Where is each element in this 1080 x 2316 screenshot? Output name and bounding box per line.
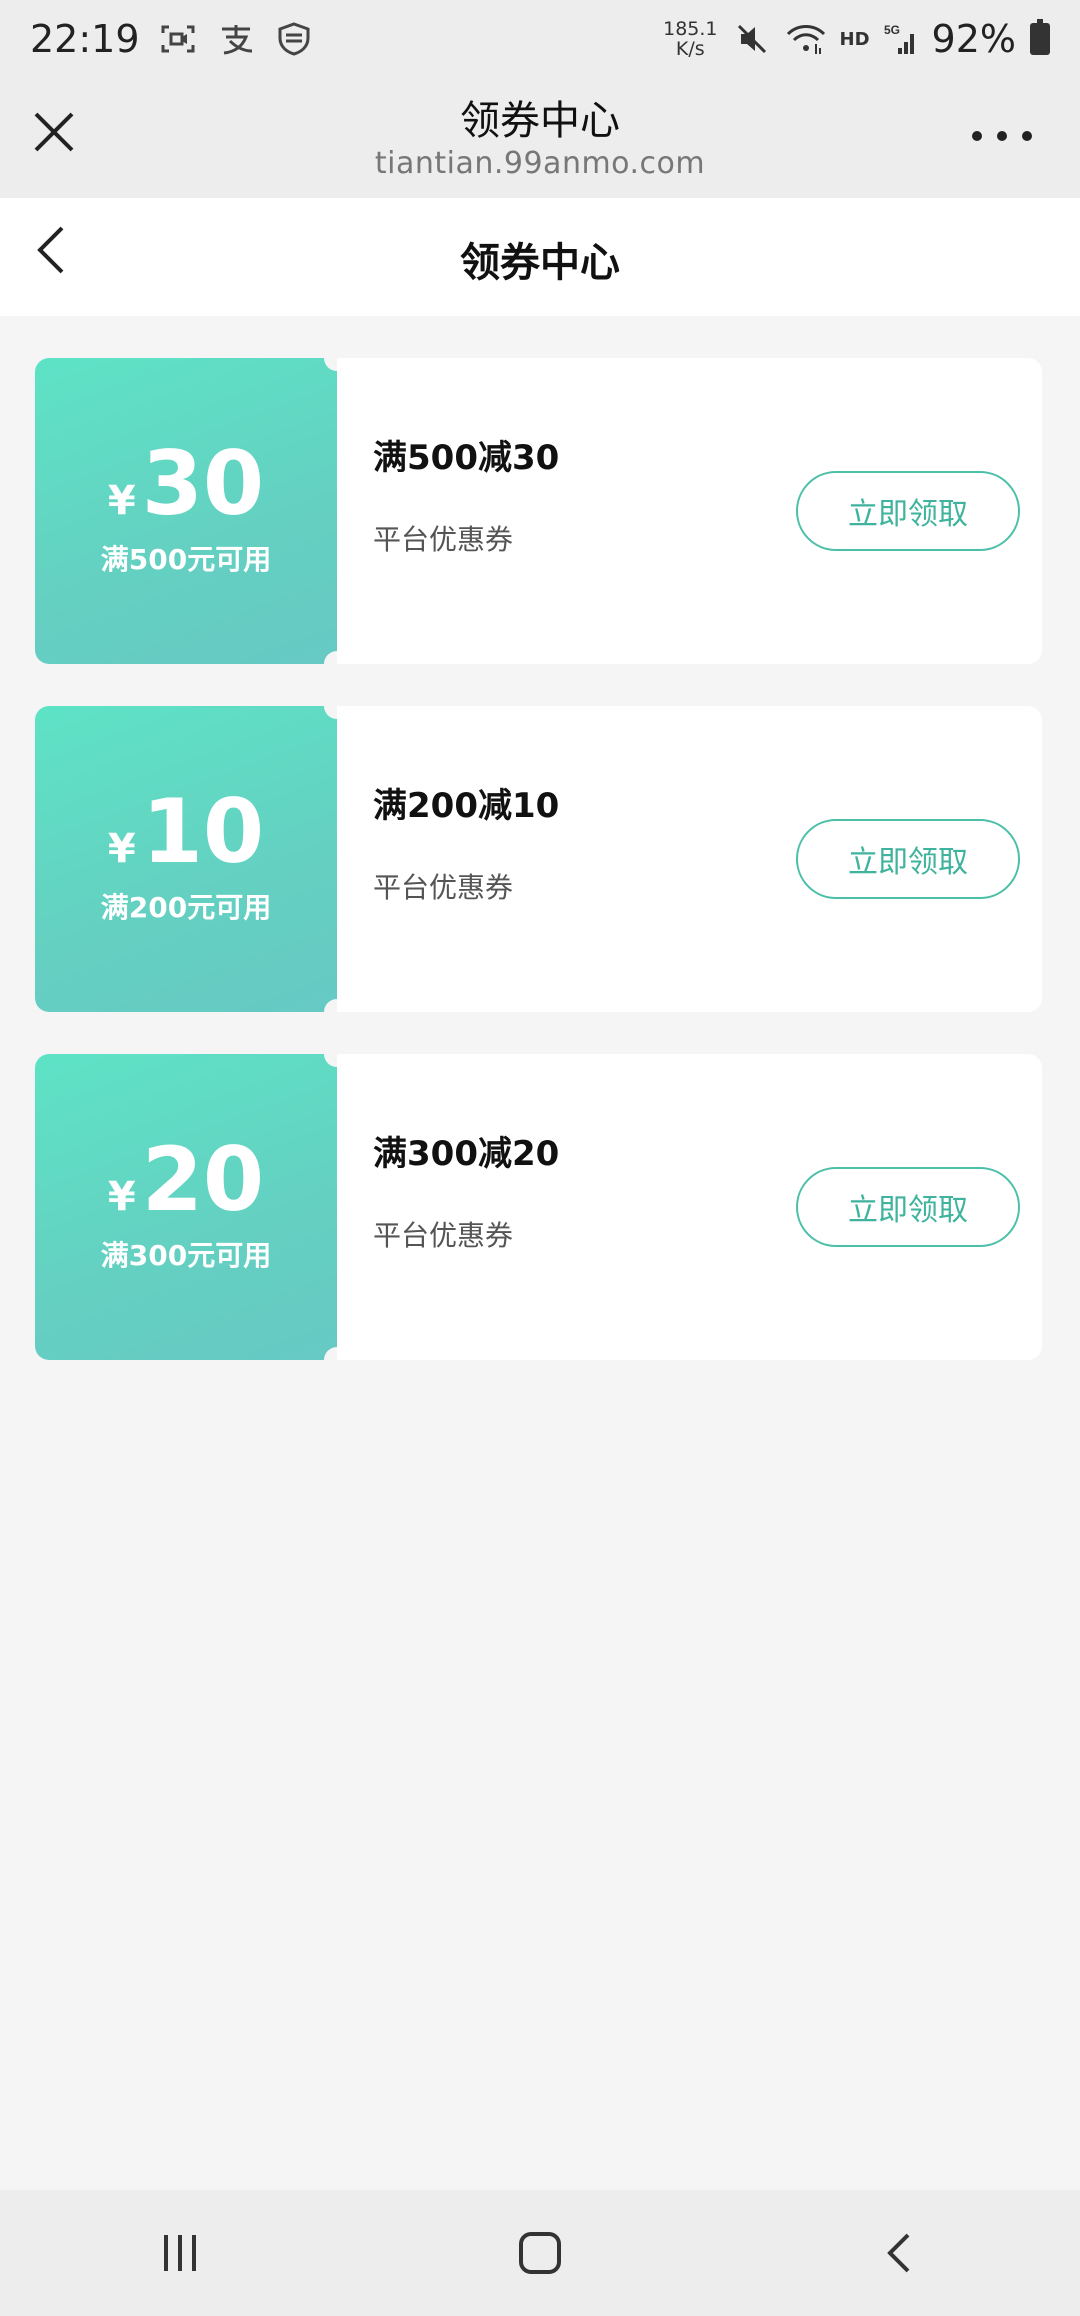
page-title: 领券中心 (460, 240, 620, 286)
coupon-amount: 20 (141, 1128, 265, 1231)
coupon-info-panel: 满300减20 平台优惠券 立即领取 (337, 1054, 1042, 1360)
back-icon (887, 2233, 910, 2273)
browser-header: 领券中心 tiantian.99anmo.com (0, 78, 1080, 198)
alipay-icon (216, 19, 256, 59)
browser-title: 领券中心 (460, 98, 620, 144)
coupon-condition: 满200元可用 (100, 891, 272, 924)
currency-symbol: ¥ (107, 1174, 136, 1220)
recent-apps-button[interactable] (120, 2213, 240, 2293)
coupon-type: 平台优惠券 (373, 523, 514, 556)
battery-percent: 92% (931, 17, 1016, 61)
browser-url: tiantian.99anmo.com (374, 146, 706, 181)
screen-record-icon (158, 19, 198, 59)
wifi-icon (786, 19, 826, 59)
coupon-name: 满200减10 (373, 786, 560, 826)
coupon-amount-line: ¥ 10 (108, 784, 264, 880)
more-dot-icon (972, 131, 982, 141)
coupon-amount-line: ¥ 30 (108, 436, 264, 532)
status-bar: 22:19 185.1 K/s HD 5G 92% (0, 0, 1080, 78)
signal-icon: 5G (884, 19, 918, 59)
more-options-button[interactable] (972, 126, 1032, 146)
coupon-type: 平台优惠券 (373, 871, 514, 904)
currency-symbol: ¥ (107, 478, 136, 524)
page-header: 领券中心 (0, 198, 1080, 316)
coupon-card: ¥ 10 满200元可用 满200减10 平台优惠券 立即领取 (35, 706, 1042, 1012)
coupon-card: ¥ 20 满300元可用 满300减20 平台优惠券 立即领取 (35, 1054, 1042, 1360)
coupon-info-panel: 满500减30 平台优惠券 立即领取 (337, 358, 1042, 664)
status-time: 22:19 (30, 17, 140, 61)
more-dot-icon (997, 131, 1007, 141)
coupon-amount-line: ¥ 20 (108, 1132, 264, 1228)
coupon-list: ¥ 30 满500元可用 满500减30 平台优惠券 立即领取 ¥ 10 满20… (35, 358, 1042, 1402)
coupon-condition: 满300元可用 (100, 1239, 272, 1272)
coupon-condition: 满500元可用 (100, 543, 272, 576)
home-button[interactable] (480, 2213, 600, 2293)
battery-icon (1030, 19, 1050, 55)
svg-text:5G: 5G (884, 23, 900, 37)
home-icon (519, 2232, 561, 2274)
coupon-type: 平台优惠券 (373, 1219, 514, 1252)
net-speed-value: 185.1 (663, 18, 718, 40)
coupon-value-panel: ¥ 10 满200元可用 (35, 706, 350, 1012)
claim-button[interactable]: 立即领取 (796, 471, 1020, 551)
mute-icon (732, 19, 772, 59)
coupon-name: 满300减20 (373, 1134, 560, 1174)
coupon-amount: 30 (141, 432, 265, 535)
hd-indicator: HD (839, 28, 870, 50)
claim-button[interactable]: 立即领取 (796, 819, 1020, 899)
coupon-name: 满500减30 (373, 438, 560, 478)
net-speed-unit: K/s (675, 38, 705, 60)
system-back-button[interactable] (840, 2213, 960, 2293)
more-dot-icon (1022, 131, 1032, 141)
coupon-card: ¥ 30 满500元可用 满500减30 平台优惠券 立即领取 (35, 358, 1042, 664)
coupon-amount: 10 (141, 780, 265, 883)
shield-icon (274, 19, 314, 59)
currency-symbol: ¥ (107, 826, 136, 872)
coupon-value-panel: ¥ 30 满500元可用 (35, 358, 350, 664)
claim-button[interactable]: 立即领取 (796, 1167, 1020, 1247)
system-nav-bar (0, 2190, 1080, 2316)
recent-apps-icon (164, 2235, 196, 2271)
coupon-info-panel: 满200减10 平台优惠券 立即领取 (337, 706, 1042, 1012)
coupon-value-panel: ¥ 20 满300元可用 (35, 1054, 350, 1360)
net-speed: 185.1 K/s (663, 19, 717, 59)
